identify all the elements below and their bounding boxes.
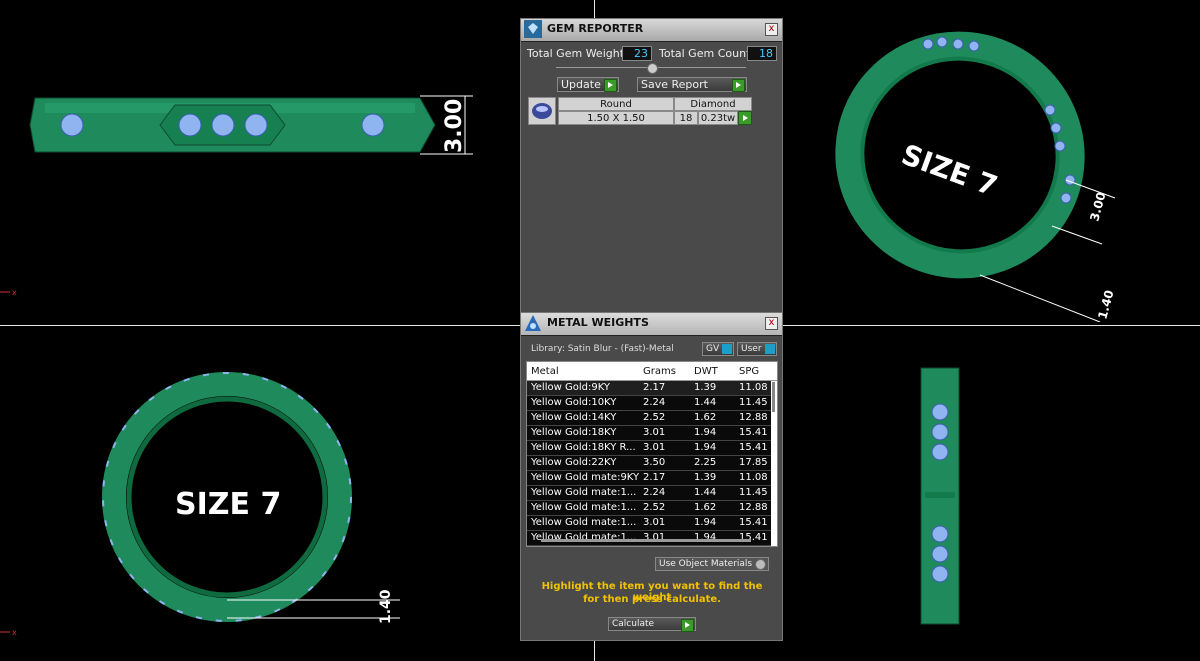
axis-marker-top: x: [0, 288, 17, 297]
user-toggle[interactable]: User: [737, 342, 777, 356]
calculate-button-label: Calculate: [612, 619, 655, 629]
total-gem-weight-label: Total Gem Weight: [527, 47, 625, 60]
dwt-column-header[interactable]: DWT: [694, 366, 734, 377]
metal-weights-panel: METAL WEIGHTS x Library: Satin Blur - (F…: [520, 312, 783, 641]
splitter-grip-icon[interactable]: [647, 63, 658, 74]
gv-toggle-label: GV: [706, 344, 720, 354]
ring-side-view[interactable]: [915, 362, 965, 630]
table-row[interactable]: Yellow Gold mate:1... 2.52 1.62 12.88: [527, 501, 771, 516]
update-button-label: Update: [561, 78, 601, 91]
use-object-materials-icon: [755, 559, 766, 570]
table-row[interactable]: Yellow Gold:14KY 2.52 1.62 12.88: [527, 411, 771, 426]
svg-text:x: x: [12, 288, 17, 297]
vertical-scrollbar[interactable]: [772, 382, 775, 412]
gem-row-play-button[interactable]: [738, 111, 752, 125]
svg-text:x: x: [12, 628, 17, 637]
metal-weights-icon: [525, 315, 541, 331]
save-report-button-label: Save Report: [641, 78, 708, 91]
user-toggle-label: User: [741, 344, 762, 354]
metal-rows: Yellow Gold:9KY 2.17 1.39 11.08 Yellow Gold…: [527, 381, 771, 546]
perspective-size-label: SIZE 7: [897, 138, 1002, 203]
instructions-line-2: for then press calculate.: [583, 594, 721, 605]
library-label: Library: Satin Blur - (Fast)-Metal: [531, 344, 674, 354]
grams-column-header[interactable]: Grams: [643, 366, 683, 377]
metal-column-header[interactable]: Metal: [531, 366, 639, 377]
total-gem-count-value: 18: [747, 46, 777, 61]
axis-marker-bottom: x: [0, 628, 17, 637]
total-gem-count-label: Total Gem Count: [659, 47, 751, 60]
front-size-label: SIZE 7: [175, 487, 281, 522]
calculate-button[interactable]: Calculate: [608, 617, 696, 632]
gem-count-cell: 18: [674, 111, 698, 125]
gv-info-icon: [722, 344, 732, 354]
save-report-play-icon: [732, 79, 745, 92]
gem-type-header: Diamond: [674, 97, 752, 111]
table-row[interactable]: Yellow Gold:22KY 3.50 2.25 17.85: [527, 456, 771, 471]
total-gem-weight-value: 23: [622, 46, 652, 61]
gem-list-row[interactable]: Round Diamond 1.50 X 1.50 18 0.23tw: [528, 97, 752, 127]
perspective-thickness-label: 1.40: [1095, 289, 1116, 321]
table-row[interactable]: Yellow Gold mate:1... 2.24 1.44 11.45: [527, 486, 771, 501]
metal-weights-titlebar[interactable]: METAL WEIGHTS x: [521, 313, 782, 336]
table-row[interactable]: Yellow Gold mate:9KY 2.17 1.39 11.08: [527, 471, 771, 486]
table-row[interactable]: Yellow Gold:9KY 2.17 1.39 11.08: [527, 381, 771, 396]
calculate-play-icon: [681, 619, 694, 632]
perspective-width-label: 3.00: [1087, 191, 1108, 223]
metal-weights-title: METAL WEIGHTS: [547, 316, 649, 329]
gem-reporter-close-button[interactable]: x: [765, 23, 778, 36]
top-view-dimension-label: 3.00: [442, 99, 467, 153]
ring-front-view[interactable]: SIZE 7 1.40: [100, 370, 410, 635]
gem-reporter-title: GEM REPORTER: [547, 22, 644, 35]
table-row[interactable]: Yellow Gold:18KY 3.01 1.94 15.41: [527, 426, 771, 441]
update-play-icon: [604, 79, 617, 92]
horizontal-scrollbar[interactable]: [541, 539, 751, 542]
metal-table-header: Metal Grams DWT SPG: [527, 362, 777, 381]
gem-shape-header: Round: [558, 97, 674, 111]
ring-perspective-view[interactable]: SIZE 7 3.00 1.40: [830, 30, 1130, 322]
gem-size-cell: 1.50 X 1.50: [558, 111, 674, 125]
use-object-materials-label: Use Object Materials: [659, 559, 753, 569]
spg-column-header[interactable]: SPG: [739, 366, 769, 377]
update-button[interactable]: Update: [557, 77, 619, 92]
gem-reporter-icon: [524, 20, 542, 38]
metal-weights-table[interactable]: Metal Grams DWT SPG Yellow Gold:9KY 2.17 1…: [526, 361, 778, 547]
round-gem-icon: [528, 97, 556, 125]
front-thickness-label: 1.40: [378, 589, 394, 624]
save-report-button[interactable]: Save Report: [637, 77, 747, 92]
gv-toggle[interactable]: GV: [702, 342, 734, 356]
table-row[interactable]: Yellow Gold mate:1... 3.01 1.94 15.41: [527, 516, 771, 531]
use-object-materials-button[interactable]: Use Object Materials: [655, 557, 769, 571]
gem-reporter-panel: GEM REPORTER x Total Gem Weight 23 Total…: [520, 18, 783, 314]
ring-top-view[interactable]: 3.00: [25, 85, 485, 165]
gem-weight-cell: 0.23tw: [698, 111, 738, 125]
metal-weights-close-button[interactable]: x: [765, 317, 778, 330]
gem-reporter-titlebar[interactable]: GEM REPORTER x: [521, 19, 782, 42]
table-row[interactable]: Yellow Gold:18KY R... 3.01 1.94 15.41: [527, 441, 771, 456]
user-info-icon: [765, 344, 775, 354]
table-row[interactable]: Yellow Gold:10KY 2.24 1.44 11.45: [527, 396, 771, 411]
